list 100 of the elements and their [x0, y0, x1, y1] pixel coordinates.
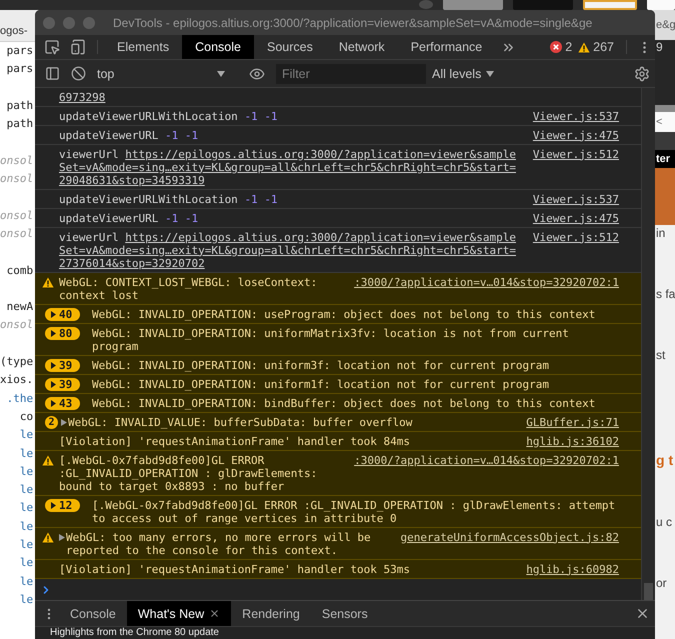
expand-triangle-icon[interactable]: [59, 534, 65, 540]
source-link[interactable]: :3000/?application=v…014&stop=32920702:1: [354, 276, 619, 288]
source-link[interactable]: hglib.js:60982: [526, 562, 619, 576]
code-line: onsol: [0, 208, 34, 222]
warning-icon: [42, 454, 54, 466]
code-line: .the: [6, 392, 34, 405]
code-line: onsol: [0, 154, 34, 167]
error-count: 2: [565, 40, 572, 54]
message-text: WebGL: INVALID_VALUE: bufferSubData: buffer overflow: [68, 416, 414, 428]
message-text: updateViewerURL -1 -1: [59, 128, 200, 142]
panel-tab[interactable]: Network: [326, 35, 398, 59]
page-heading: g t: [656, 452, 674, 468]
panel-tab[interactable]: Elements: [104, 35, 182, 59]
source-link[interactable]: Viewer.js:475: [532, 128, 619, 142]
address-text: e&g: [656, 18, 675, 32]
source-link[interactable]: hglib.js:36102: [526, 434, 619, 448]
window-title: DevTools - epilogos.altius.org:3000/?application=viewer&sampleSet=vA&mode=single&ge: [113, 16, 592, 30]
repeat-count-badge: 43: [45, 396, 80, 410]
message-text: updateViewerURLWithLocation -1 -1: [59, 192, 279, 206]
drawer-tab[interactable]: Console: [59, 601, 127, 626]
warning-icon: [578, 42, 590, 52]
code-line: le: [18, 574, 34, 588]
warning-icon: [42, 532, 54, 542]
code-line: le: [18, 556, 34, 570]
code-line: pars: [6, 44, 34, 57]
message-text: updateViewerURL -1 -1: [59, 212, 200, 224]
source-link[interactable]: Viewer.js:537: [532, 192, 619, 206]
source-link[interactable]: Viewer.js:512: [532, 230, 619, 244]
source-link[interactable]: Viewer.js:512: [532, 148, 619, 160]
source-link[interactable]: Viewer.js:537: [532, 110, 619, 122]
scrollbar[interactable]: [641, 88, 655, 600]
panel-tab[interactable]: Console: [182, 35, 254, 59]
editor-tab[interactable]: ogos-: [0, 25, 28, 37]
code-line: comb: [6, 264, 34, 277]
panel-tab[interactable]: Sources: [254, 35, 326, 59]
drawer-tab[interactable]: Rendering: [231, 601, 311, 626]
levels-dropdown[interactable]: All levels: [426, 62, 500, 84]
count-badge: 2: [45, 416, 58, 428]
message-text: [.WebGL-0x7fabd9d8fe00]GL ERROR :GL_INVALID_OPERATION : glDrawElements: bound to target 0x8893 : no buffer: [59, 454, 318, 492]
code-line: le: [18, 592, 34, 606]
scroll-thumb[interactable]: [644, 583, 653, 600]
code-line: onsol: [0, 226, 34, 240]
warning-count: 267: [593, 40, 614, 54]
message-text: [Violation] 'requestAnimationFrame' handler took 84ms: [59, 434, 411, 448]
code-line: (type: [0, 355, 34, 368]
message-text: WebGL: INVALID_OPERATION: useProgram: object does not belong to this context: [92, 308, 596, 320]
repeat-count-badge: 80: [45, 326, 80, 340]
source-link[interactable]: :3000/?application=v…014&stop=32920702:1: [354, 454, 619, 466]
repeat-count-badge: 39: [45, 358, 80, 372]
message-text: viewerUrl https://epilogos.altius.org:3000/?application=viewer&sampleSet=vA&mode=sing…exity=KL&group=all&chrLeft=chr5&chrRight=chr5&start=29048631&stop=34593319: [59, 148, 517, 186]
filter-field[interactable]: Filter: [276, 64, 426, 84]
window-thumbnail[interactable]: [583, 0, 637, 10]
drawer-text: Highlights from the Chrome 80 update: [49, 627, 220, 638]
message-text: viewerUrl https://epilogos.altius.org:3000/?application=viewer&sampleSet=vA&mode=sing…exity=KL&group=all&chrLeft=chr5&chrRight=chr5&start=27376014&stop=32920702: [59, 230, 517, 270]
message-text: WebGL: INVALID_OPERATION: uniform3f: location not for current program: [92, 358, 550, 372]
caret-icon: [217, 70, 225, 76]
code-line: onsol: [0, 172, 34, 186]
window-thumbnail[interactable]: [513, 0, 573, 10]
panel-tab[interactable]: Performance: [398, 35, 496, 59]
message-text: WebGL: CONTEXT_LOST_WEBGL: loseContext: context lost: [59, 276, 318, 302]
code-line: le: [18, 520, 34, 533]
page-text: u c: [656, 514, 672, 530]
code-line: xios.: [0, 373, 34, 386]
back-button[interactable]: <: [656, 115, 662, 129]
counter-text: 9: [656, 40, 663, 54]
message-text: updateViewerURLWithLocation -1 -1: [59, 110, 279, 122]
repeat-count-badge: 40: [45, 308, 80, 320]
code-line: le: [18, 464, 34, 478]
code-line: le: [18, 538, 34, 552]
message-text: WebGL: INVALID_OPERATION: bindBuffer: object does not belong to this context: [92, 396, 596, 410]
window-thumbnail[interactable]: [419, 0, 433, 9]
code-line: newA: [6, 300, 34, 314]
code-line: le: [18, 483, 34, 496]
page-text: st: [656, 347, 666, 363]
message-text: [.WebGL-0x7fabd9d8fe00]GL ERROR :GL_INVALID_OPERATION : glDrawElements: attempt to access out of range vertices in attribute 0: [92, 498, 616, 524]
drawer-tab[interactable]: What's New: [126, 601, 232, 626]
message-text: [Violation] 'requestAnimationFrame' handler took 53ms: [59, 562, 411, 576]
message-text: WebGL: INVALID_OPERATION: uniformMatrix3fv: location is not from current program: [92, 326, 570, 352]
expand-triangle-icon[interactable]: [61, 418, 67, 426]
window-thumbnail[interactable]: [443, 0, 503, 10]
repeat-count-badge: 12: [45, 498, 80, 512]
context-select[interactable]: top: [91, 62, 231, 84]
code-line: path: [6, 117, 34, 130]
error-icon: [550, 41, 562, 53]
window-thumbnail[interactable]: [647, 0, 675, 10]
warning-icon: [42, 276, 54, 288]
code-line: le: [18, 501, 34, 514]
message-text: WebGL: INVALID_OPERATION: uniform1f: location not for current program: [92, 378, 550, 390]
source-link[interactable]: Viewer.js:475: [532, 212, 619, 224]
code-line: onsol: [0, 318, 34, 332]
message-text: 6973298: [59, 90, 106, 104]
source-link[interactable]: GLBuffer.js:71: [526, 416, 619, 428]
code-line: le: [18, 446, 34, 460]
code-line: le: [18, 428, 34, 442]
nav-text: ter: [656, 152, 670, 166]
message-text: WebGL: too many errors, no more errors will be reported to the console for this context.: [66, 530, 372, 556]
close-icon[interactable]: [209, 608, 220, 619]
page-text: s fa: [656, 286, 675, 302]
source-link[interactable]: generateUniformAccessObject.js:82: [400, 530, 619, 544]
drawer-tab[interactable]: Sensors: [310, 601, 379, 626]
